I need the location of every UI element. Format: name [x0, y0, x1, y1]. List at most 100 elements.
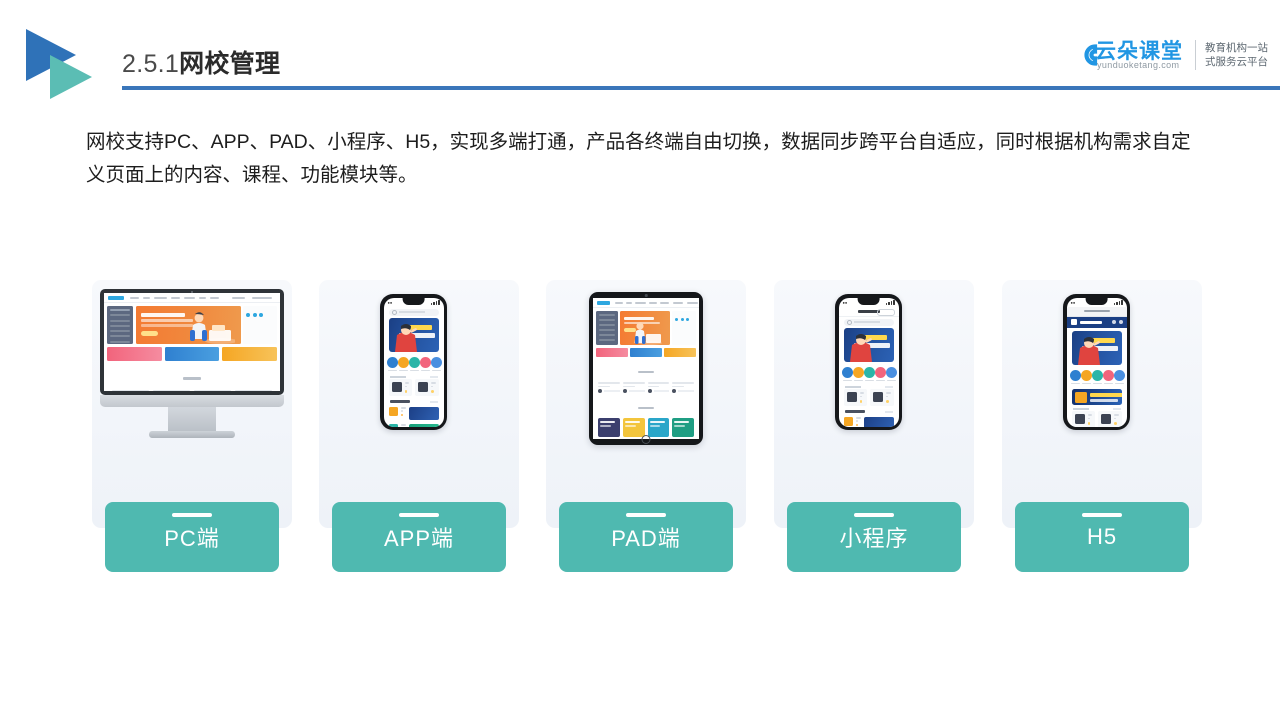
nav-item [130, 296, 139, 299]
sidebar-item [110, 324, 130, 327]
home-button-icon[interactable] [641, 435, 651, 444]
menu-icon[interactable] [1111, 320, 1116, 324]
quick-entry[interactable] [408, 356, 420, 372]
quick-entry[interactable] [852, 366, 864, 382]
course-list [384, 405, 444, 427]
platform-card-miniprogram[interactable]: ●● [774, 280, 974, 528]
course-list [839, 415, 899, 427]
platform-label-h5[interactable]: H5 [1015, 502, 1189, 572]
icon-circle [1113, 369, 1125, 381]
site-hero [104, 303, 280, 347]
platform-card-app[interactable]: ●● [319, 280, 519, 528]
quick-entry[interactable] [1091, 369, 1103, 385]
app-title [1079, 320, 1102, 324]
see-more-link[interactable] [429, 376, 438, 378]
course-row[interactable] [388, 422, 439, 427]
phone-notch [402, 297, 425, 305]
course-card[interactable] [415, 379, 439, 397]
icon-label [875, 379, 885, 382]
course-thumbnail [388, 407, 398, 417]
course-row[interactable] [843, 415, 894, 427]
icon-label [842, 379, 852, 382]
nav-item [171, 296, 180, 299]
signal-icon [430, 299, 440, 305]
section-title [1072, 408, 1089, 411]
search-bar[interactable] [843, 318, 894, 326]
quick-entry[interactable] [397, 356, 409, 372]
nav-item [143, 296, 150, 299]
course-title [431, 382, 436, 384]
course-meta [598, 389, 620, 394]
see-more-link[interactable] [429, 400, 438, 403]
icon-circle [1102, 369, 1114, 381]
teacher-avatar [598, 389, 602, 394]
title-underline-rule [122, 86, 1280, 90]
promo-card [630, 348, 662, 357]
course-card[interactable] [1098, 411, 1122, 427]
quick-entry-icons [1067, 366, 1127, 387]
platform-label-pc[interactable]: PC端 [105, 502, 279, 572]
nav-item [184, 296, 195, 299]
course-card[interactable] [1071, 411, 1095, 427]
label-accent-bar [399, 513, 439, 517]
platform-card-pad[interactable] [546, 280, 746, 528]
quick-entry[interactable] [1113, 369, 1125, 385]
icon-label [1092, 382, 1102, 385]
see-more-link[interactable] [884, 410, 893, 413]
course-item [235, 390, 272, 391]
icon-label [420, 369, 430, 372]
quick-entry[interactable] [885, 366, 897, 382]
platform-card-pc[interactable] [92, 280, 292, 528]
course-tile[interactable] [672, 418, 694, 438]
site-category-sidebar [596, 311, 618, 345]
browser-address-bar[interactable] [1066, 306, 1127, 317]
quick-entry[interactable] [863, 366, 875, 382]
user-icon[interactable] [1118, 320, 1123, 324]
quick-entry[interactable] [430, 356, 442, 372]
site-side-panel [672, 311, 696, 345]
page-title-text: 网校管理 [179, 50, 281, 78]
quick-entry[interactable] [1069, 369, 1081, 385]
phone-screen: ●● [383, 297, 444, 427]
platform-label-text: APP端 [383, 526, 455, 551]
quick-entry-icons [384, 353, 444, 374]
course-tile[interactable] [622, 418, 645, 438]
promo-icon [1074, 392, 1087, 404]
miniprogram-capsule-button[interactable] [876, 309, 895, 316]
platform-label-text: PC端 [164, 526, 220, 551]
quick-entry[interactable] [419, 356, 431, 372]
course-title [855, 417, 861, 419]
course-tile[interactable] [647, 418, 670, 438]
course-thumbnail [1074, 414, 1085, 425]
platform-card-h5[interactable]: ●● [1002, 280, 1202, 528]
course-row[interactable] [388, 405, 439, 422]
promo-banner[interactable] [1071, 389, 1122, 406]
course-card[interactable] [388, 379, 412, 397]
course-sub [400, 410, 404, 413]
quick-entry[interactable] [386, 356, 398, 372]
platform-label-pad[interactable]: PAD端 [559, 502, 733, 572]
see-more-link[interactable] [1112, 408, 1121, 410]
status-time: ●● [1070, 299, 1076, 305]
app-hero-banner [388, 317, 439, 352]
quick-entry[interactable] [874, 366, 886, 382]
platform-label-miniprogram[interactable]: 小程序 [787, 502, 961, 572]
quick-entry[interactable] [1080, 369, 1092, 385]
section-heading [593, 393, 699, 415]
icon-circle [885, 366, 897, 378]
quick-entry[interactable] [1102, 369, 1114, 385]
course-card[interactable] [843, 389, 867, 407]
course-text [855, 417, 861, 427]
platform-label-app[interactable]: APP端 [332, 502, 506, 572]
quick-entry[interactable] [841, 366, 853, 382]
nav-item [660, 301, 669, 304]
icon-label [431, 369, 441, 372]
course-card[interactable] [870, 389, 894, 407]
monitor-bezel [100, 289, 284, 395]
course-sub [1087, 417, 1090, 420]
teacher-avatar [672, 389, 677, 394]
promo-card-row [104, 347, 280, 361]
see-more-link[interactable] [884, 386, 893, 388]
search-bar[interactable] [388, 308, 439, 316]
course-tile[interactable] [598, 418, 620, 438]
